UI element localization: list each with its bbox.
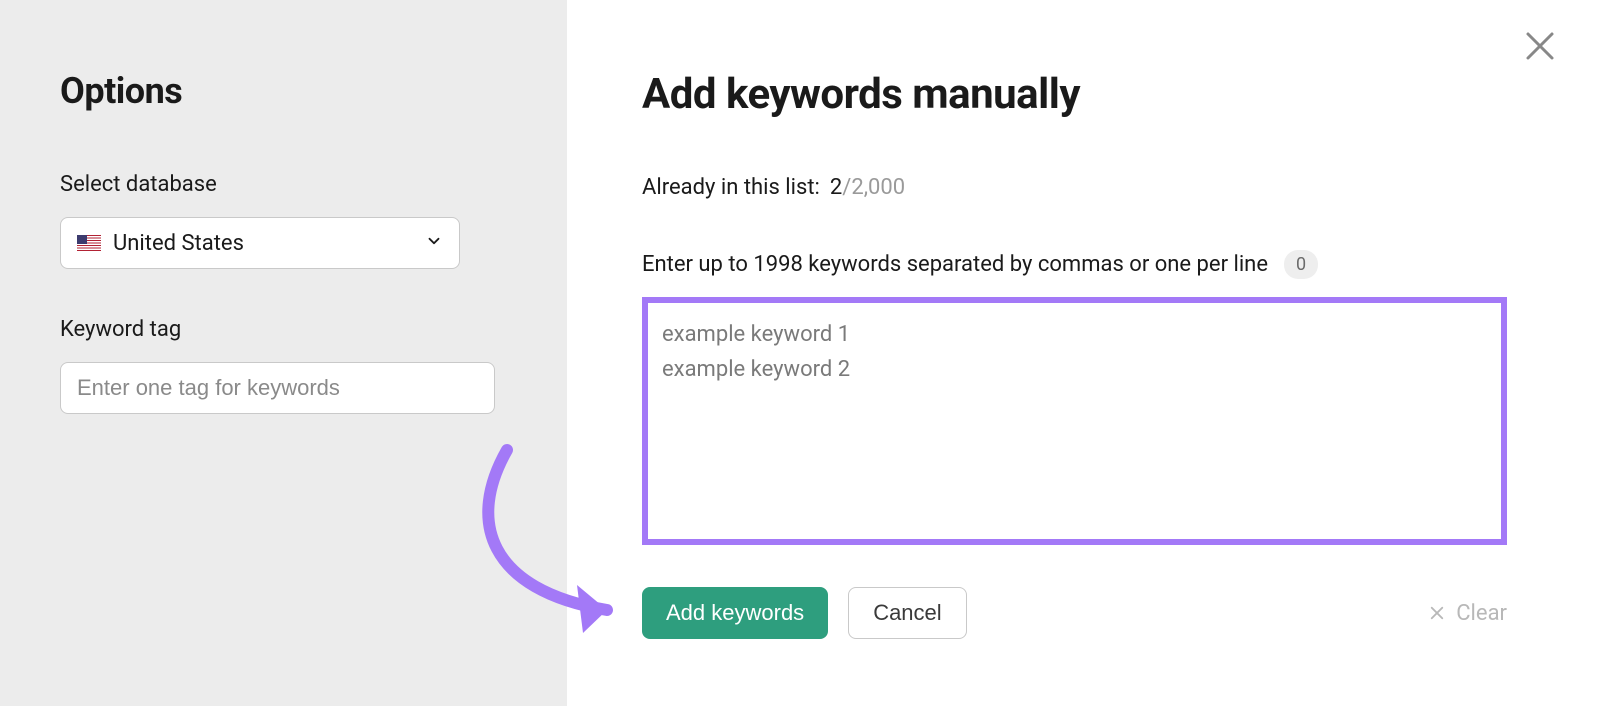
options-sidebar: Options Select database United States Ke… <box>0 0 567 706</box>
enter-keywords-label-row: Enter up to 1998 keywords separated by c… <box>642 250 1540 279</box>
keywords-textarea[interactable] <box>642 297 1507 545</box>
database-select[interactable]: United States <box>60 217 460 269</box>
already-in-list: Already in this list: 2/2,000 <box>642 175 1540 200</box>
cancel-button[interactable]: Cancel <box>848 587 966 639</box>
clear-button[interactable]: Clear <box>1428 601 1507 626</box>
clear-label: Clear <box>1456 601 1507 626</box>
us-flag-icon <box>77 235 101 251</box>
already-max: /2,000 <box>842 175 905 200</box>
already-count: 2 <box>830 175 842 200</box>
main-panel: Add keywords manually Already in this li… <box>567 0 1600 706</box>
close-button[interactable] <box>1522 28 1558 68</box>
keyword-tag-input[interactable] <box>60 362 495 414</box>
keyword-count-badge: 0 <box>1284 250 1318 279</box>
main-title: Add keywords manually <box>642 70 1540 119</box>
database-label: Select database <box>60 172 507 197</box>
clear-x-icon <box>1428 604 1446 622</box>
add-keywords-button[interactable]: Add keywords <box>642 587 828 639</box>
enter-label: Enter up to 1998 keywords separated by c… <box>642 252 1268 277</box>
tag-label: Keyword tag <box>60 317 507 342</box>
database-value: United States <box>113 231 244 256</box>
already-label: Already in this list: <box>642 175 820 200</box>
options-title: Options <box>60 70 507 112</box>
action-buttons: Add keywords Cancel Clear <box>642 587 1507 639</box>
chevron-down-icon <box>425 232 443 254</box>
